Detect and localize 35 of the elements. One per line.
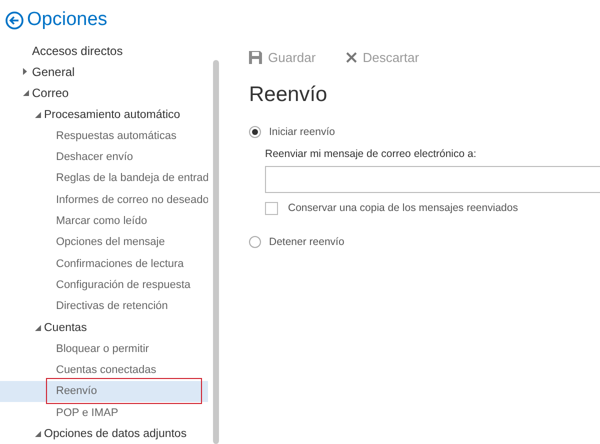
nav-item[interactable]: Procesamiento automático xyxy=(44,108,180,121)
radio-button[interactable] xyxy=(249,236,261,248)
radio-label[interactable]: Iniciar reenvío xyxy=(269,126,335,138)
nav-item[interactable]: Confirmaciones de lectura xyxy=(56,258,184,270)
input-field[interactable] xyxy=(265,166,600,193)
nav-item[interactable]: Directivas de retención xyxy=(56,300,168,312)
nav-item[interactable]: Cuentas conectadas xyxy=(56,364,156,376)
nav-item[interactable]: POP e IMAP xyxy=(56,406,118,419)
close-icon xyxy=(346,52,357,62)
back-icon[interactable] xyxy=(5,10,24,30)
expanded-triangle-icon[interactable] xyxy=(23,90,32,96)
radio-button[interactable] xyxy=(249,126,261,138)
expanded-triangle-icon[interactable] xyxy=(35,324,44,330)
nav-item[interactable]: Opciones de datos adjuntos xyxy=(44,428,187,440)
nav-item[interactable]: Opciones del mensaje xyxy=(56,236,165,248)
radio-label[interactable]: Detener reenvío xyxy=(269,236,344,248)
nav-item[interactable]: Configuración de respuesta xyxy=(56,278,191,291)
nav-item[interactable]: General xyxy=(32,64,75,79)
nav-item[interactable]: Bloquear o permitir xyxy=(56,342,149,355)
checkbox-label[interactable]: Conservar una copia de los mensajes reenviados xyxy=(288,202,518,214)
nav-item[interactable]: Accesos directos xyxy=(32,44,123,58)
nav-item[interactable]: Reenvío xyxy=(47,379,201,404)
nav-item[interactable]: Reglas de la bandeja de entrad xyxy=(56,172,208,184)
nav-item[interactable]: Deshacer envío xyxy=(56,151,134,164)
nav-item[interactable]: Marcar como leído xyxy=(56,215,148,228)
nav-item[interactable]: Cuentas xyxy=(44,322,87,334)
expanded-triangle-icon[interactable] xyxy=(35,112,44,118)
field-label: Reenviar mi mensaje de correo electrónico a: xyxy=(265,148,478,160)
checkbox[interactable] xyxy=(265,202,278,214)
nav-item[interactable]: Correo xyxy=(32,86,69,100)
page-title: Opciones xyxy=(27,9,108,31)
save-icon xyxy=(249,50,262,64)
section-heading: Reenvío xyxy=(249,83,328,108)
nav-item[interactable]: Respuestas automáticas xyxy=(56,130,176,142)
expanded-triangle-icon[interactable] xyxy=(35,430,44,437)
